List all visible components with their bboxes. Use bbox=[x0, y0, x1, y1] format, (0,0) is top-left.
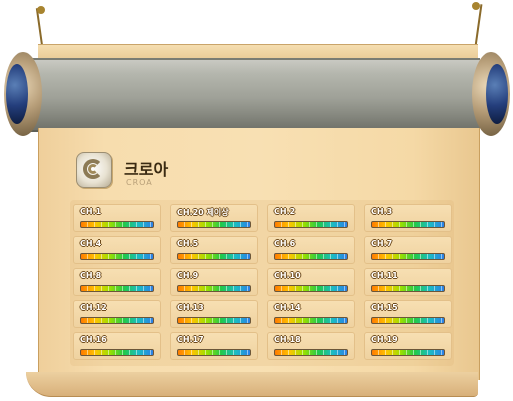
world-name: 크로아 bbox=[124, 160, 169, 179]
channel-load-bar bbox=[371, 349, 445, 356]
channel-load-bar bbox=[80, 221, 154, 228]
channel-label: CH.14 bbox=[274, 303, 301, 312]
channel-button[interactable]: CH.10 bbox=[267, 268, 355, 296]
channel-button[interactable]: CH.17 bbox=[170, 332, 258, 360]
channel-label: CH.11 bbox=[371, 271, 398, 280]
channel-button[interactable]: CH.16 bbox=[73, 332, 161, 360]
channel-button[interactable]: CH.9 bbox=[170, 268, 258, 296]
channel-button[interactable]: CH.15 bbox=[364, 300, 452, 328]
channel-load-bar bbox=[274, 253, 348, 260]
channel-label: CH.6 bbox=[274, 239, 296, 248]
channel-button[interactable]: CH.19 bbox=[364, 332, 452, 360]
channel-load-bar bbox=[371, 221, 445, 228]
channel-label: CH.13 bbox=[177, 303, 204, 312]
channel-label: CH.19 bbox=[371, 335, 398, 344]
channel-label: CH.9 bbox=[177, 271, 199, 280]
channel-button[interactable]: CH.5 bbox=[170, 236, 258, 264]
channel-load-bar bbox=[274, 285, 348, 292]
channel-button[interactable]: CH.11 bbox=[364, 268, 452, 296]
channel-button[interactable]: CH.12 bbox=[73, 300, 161, 328]
channel-load-bar bbox=[80, 285, 154, 292]
channel-button[interactable]: CH.8 bbox=[73, 268, 161, 296]
channel-load-bar bbox=[177, 349, 251, 356]
channel-label: CH.15 bbox=[371, 303, 398, 312]
channel-button[interactable]: CH.14 bbox=[267, 300, 355, 328]
channel-label: CH.8 bbox=[80, 271, 102, 280]
channel-label: CH.12 bbox=[80, 303, 107, 312]
channel-label: CH.16 bbox=[80, 335, 107, 344]
roller-cap-right bbox=[472, 52, 510, 136]
scroll-paper-curl bbox=[26, 372, 478, 397]
channel-load-bar bbox=[371, 285, 445, 292]
scroll-roller bbox=[30, 58, 480, 132]
channel-load-bar bbox=[177, 221, 251, 228]
channel-label: CH.3 bbox=[371, 207, 393, 216]
channel-label: CH.20 제이상 bbox=[177, 208, 229, 217]
channel-load-bar bbox=[371, 317, 445, 324]
channel-button[interactable]: CH.3 bbox=[364, 204, 452, 232]
channel-label: CH.7 bbox=[371, 239, 393, 248]
channel-button[interactable]: CH.6 bbox=[267, 236, 355, 264]
world-subtitle: CROA bbox=[126, 178, 153, 187]
rope-knot-left bbox=[37, 6, 45, 14]
channel-button[interactable]: CH.1 bbox=[73, 204, 161, 232]
channel-label: CH.18 bbox=[274, 335, 301, 344]
channel-button[interactable]: CH.18 bbox=[267, 332, 355, 360]
channel-load-bar bbox=[177, 317, 251, 324]
channel-load-bar bbox=[80, 253, 154, 260]
world-emblem-icon bbox=[76, 152, 112, 188]
channel-label: CH.10 bbox=[274, 271, 301, 280]
channel-load-bar bbox=[80, 349, 154, 356]
channel-load-bar bbox=[274, 349, 348, 356]
channel-load-bar bbox=[177, 285, 251, 292]
channel-label: CH.5 bbox=[177, 239, 199, 248]
channel-label: CH.17 bbox=[177, 335, 204, 344]
channel-load-bar bbox=[274, 221, 348, 228]
channel-button[interactable]: CH.20 제이상 bbox=[170, 204, 258, 232]
channel-load-bar bbox=[371, 253, 445, 260]
channel-load-bar bbox=[177, 253, 251, 260]
rope-knot-right bbox=[472, 2, 480, 10]
channel-label: CH.1 bbox=[80, 207, 102, 216]
channel-button[interactable]: CH.2 bbox=[267, 204, 355, 232]
channel-label: CH.4 bbox=[80, 239, 102, 248]
channel-button[interactable]: CH.4 bbox=[73, 236, 161, 264]
channel-load-bar bbox=[80, 317, 154, 324]
roller-cap-left bbox=[4, 52, 42, 136]
channel-button[interactable]: CH.13 bbox=[170, 300, 258, 328]
channel-load-bar bbox=[274, 317, 348, 324]
channel-label: CH.2 bbox=[274, 207, 296, 216]
channel-button[interactable]: CH.7 bbox=[364, 236, 452, 264]
